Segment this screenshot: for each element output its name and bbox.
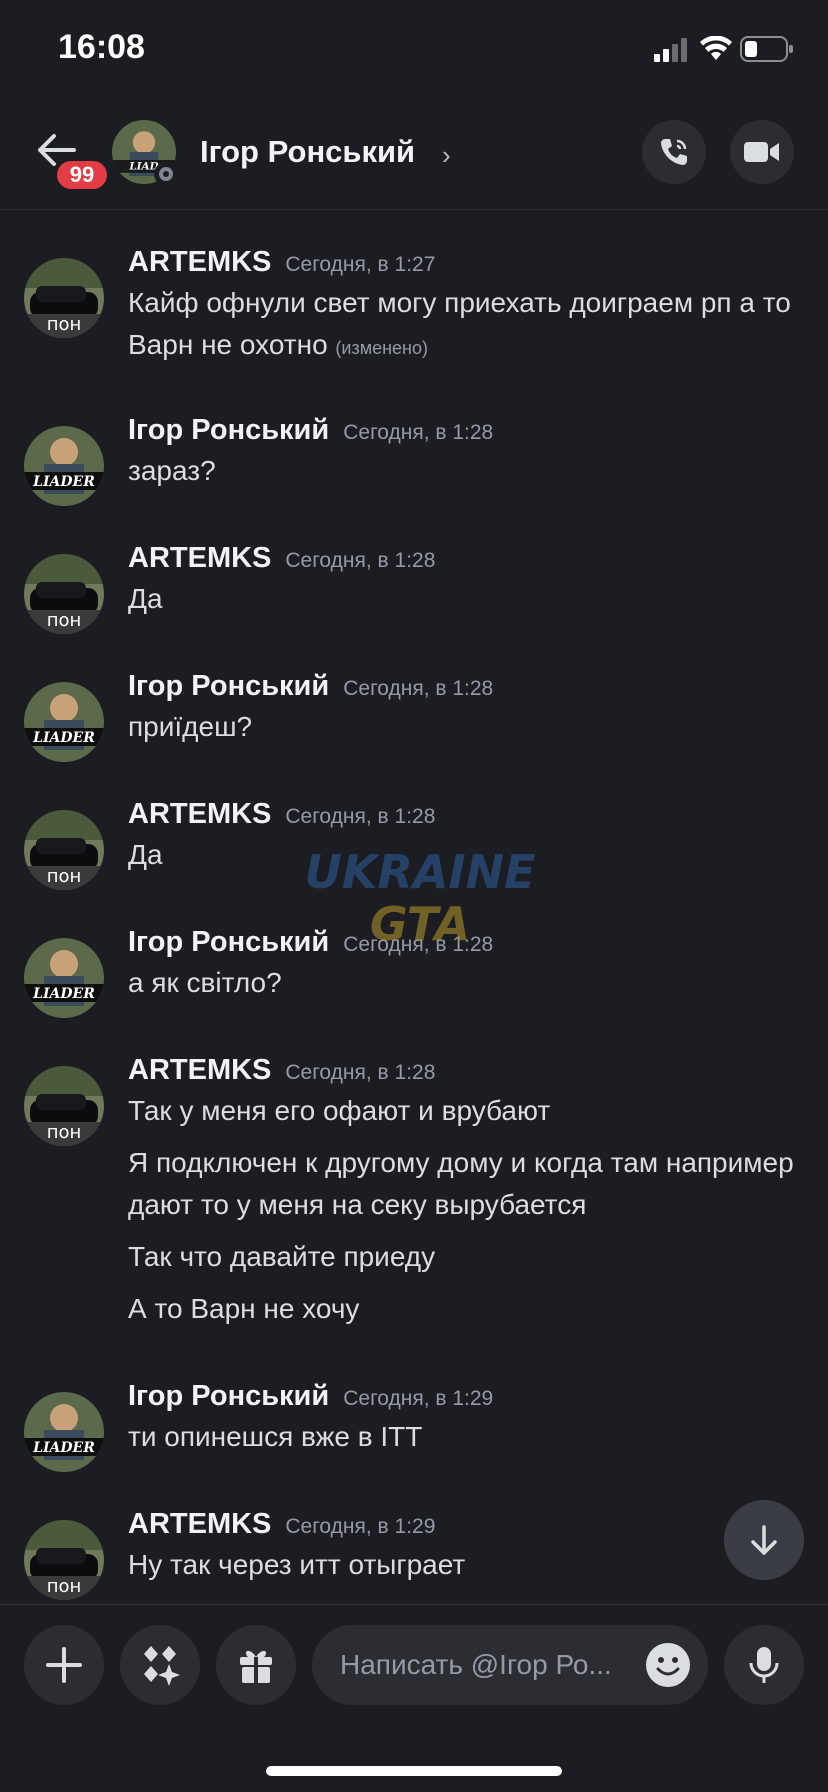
avatar[interactable]: пон xyxy=(24,810,104,890)
battery-icon xyxy=(740,36,793,62)
message-timestamp: Сегодня, в 1:27 xyxy=(285,253,436,276)
message-text: А то Варн не хочу xyxy=(128,1293,360,1324)
message-author[interactable]: ARTEMKS Сегодня, в 1:28 xyxy=(128,1054,435,1087)
apps-icon xyxy=(144,1646,180,1686)
wifi-icon xyxy=(700,36,732,60)
unread-badge[interactable]: 99 xyxy=(54,158,110,192)
message-text: Ну так через итт отыграет xyxy=(128,1549,466,1580)
video-call-button[interactable] xyxy=(730,120,794,184)
voice-call-button[interactable] xyxy=(642,120,706,184)
message-author[interactable]: Ігор Ронський Сегодня, в 1:28 xyxy=(128,926,493,959)
message-text: Так что давайте приеду xyxy=(128,1241,436,1272)
emoji-icon[interactable] xyxy=(646,1643,690,1687)
home-indicator xyxy=(266,1766,562,1776)
signal-icon xyxy=(654,38,687,62)
message-timestamp: Сегодня, в 1:28 xyxy=(343,677,494,700)
message-text: Да xyxy=(128,583,163,614)
svg-text:пон: пон xyxy=(47,314,82,335)
svg-text:пон: пон xyxy=(47,1122,82,1143)
avatar[interactable]: пон xyxy=(24,258,104,338)
svg-text:LIADER: LIADER xyxy=(32,730,95,746)
status-time: 16:08 xyxy=(58,28,145,66)
message-timestamp: Сегодня, в 1:28 xyxy=(285,1061,436,1084)
message-timestamp: Сегодня, в 1:28 xyxy=(285,805,436,828)
jump-to-present-button[interactable] xyxy=(724,1500,804,1580)
message-text: Я подключен к другому дому и когда там н… xyxy=(128,1147,794,1220)
message-input-container xyxy=(312,1625,708,1705)
message-text: Кайф офнули свет могу приехать доиграем … xyxy=(128,287,791,360)
chevron-right-icon[interactable]: › xyxy=(442,140,451,171)
svg-text:пон: пон xyxy=(47,866,82,887)
gift-icon xyxy=(240,1650,272,1683)
avatar[interactable]: LIADER xyxy=(24,426,104,506)
svg-text:пон: пон xyxy=(47,1576,82,1597)
dm-header: 99 LIAD Ігор Ронський › xyxy=(0,100,828,210)
message-list[interactable]: пон ARTEMKS Сегодня, в 1:27 Кайф офнули с… xyxy=(0,212,828,1602)
message-text: Так у меня его офают и врубают xyxy=(128,1095,551,1126)
message-timestamp: Сегодня, в 1:28 xyxy=(343,933,494,956)
svg-text:LIADER: LIADER xyxy=(32,474,95,490)
video-camera-icon xyxy=(744,142,779,162)
voice-message-button[interactable] xyxy=(724,1625,804,1705)
avatar[interactable]: LIADER xyxy=(24,682,104,762)
message-timestamp: Сегодня, в 1:29 xyxy=(285,1515,436,1538)
header-username[interactable]: Ігор Ронський xyxy=(200,134,415,170)
avatar[interactable]: LIADER xyxy=(24,1392,104,1472)
svg-text:LIADER: LIADER xyxy=(32,1440,95,1456)
message-author[interactable]: Ігор Ронський Сегодня, в 1:28 xyxy=(128,670,493,703)
avatar[interactable]: LIADER xyxy=(24,938,104,1018)
message-author[interactable]: Ігор Ронський Сегодня, в 1:29 xyxy=(128,1380,493,1413)
gift-button[interactable] xyxy=(216,1625,296,1705)
status-bar: 16:08 xyxy=(0,0,828,100)
message-author[interactable]: ARTEMKS Сегодня, в 1:29 xyxy=(128,1508,435,1541)
avatar[interactable]: пон xyxy=(24,554,104,634)
message-text: ти опинешся вже в ІТТ xyxy=(128,1421,423,1452)
message-author[interactable]: ARTEMKS Сегодня, в 1:28 xyxy=(128,798,435,831)
message-timestamp: Сегодня, в 1:28 xyxy=(285,549,436,572)
message-input[interactable] xyxy=(340,1625,630,1705)
avatar[interactable]: пон xyxy=(24,1066,104,1146)
svg-text:LIADER: LIADER xyxy=(32,986,95,1002)
message-author[interactable]: ARTEMKS Сегодня, в 1:27 xyxy=(128,246,435,279)
apps-button[interactable] xyxy=(120,1625,200,1705)
edited-label: (изменено) xyxy=(335,338,429,358)
message-timestamp: Сегодня, в 1:29 xyxy=(343,1387,494,1410)
attach-button[interactable] xyxy=(24,1625,104,1705)
message-timestamp: Сегодня, в 1:28 xyxy=(343,421,494,444)
microphone-icon xyxy=(749,1647,779,1683)
message-author[interactable]: ARTEMKS Сегодня, в 1:28 xyxy=(128,542,435,575)
plus-icon xyxy=(46,1647,82,1683)
message-author[interactable]: Ігор Ронський Сегодня, в 1:28 xyxy=(128,414,493,447)
avatar[interactable]: пон xyxy=(24,1520,104,1600)
message-composer xyxy=(0,1604,828,1734)
phone-icon xyxy=(661,139,687,165)
message-text: зараз? xyxy=(128,455,216,486)
offline-status-icon xyxy=(154,162,178,186)
svg-text:пон: пон xyxy=(47,610,82,631)
arrow-down-icon xyxy=(751,1525,777,1555)
message-text: а як світло? xyxy=(128,967,282,998)
message-text: приїдеш? xyxy=(128,711,253,742)
message-text: Да xyxy=(128,839,163,870)
